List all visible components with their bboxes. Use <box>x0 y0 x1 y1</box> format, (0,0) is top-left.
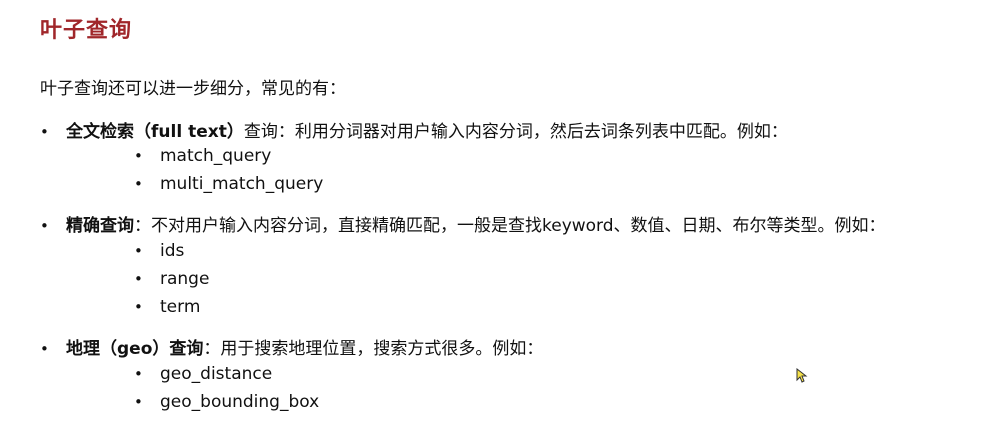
section-geo: • 地理（geo）查询：用于搜索地理位置，搜索方式很多。例如： <box>40 334 543 359</box>
section-term: 精确查询 <box>66 216 134 236</box>
section-full-text: • 全文检索（full text）查询：利用分词器对用户输入内容分词，然后去词条列… <box>40 117 788 142</box>
list-item-label: ids <box>160 241 185 261</box>
list-item-label: term <box>160 297 201 317</box>
bullet-marker: • <box>134 147 143 165</box>
list-item: • term <box>134 297 200 317</box>
section-term: 全文检索（full text） <box>66 122 244 142</box>
bullet-marker: • <box>40 340 49 358</box>
bullet-marker: • <box>40 217 49 235</box>
bullet-marker: • <box>134 242 143 260</box>
section-description: ：用于搜索地理位置，搜索方式很多。例如： <box>203 339 544 359</box>
bullet-marker: • <box>134 298 143 316</box>
section-term: 地理（geo）查询 <box>66 339 204 359</box>
section-description: 查询：利用分词器对用户输入内容分词，然后去词条列表中匹配。例如： <box>243 122 788 142</box>
page-title: 叶子查询 <box>40 18 133 43</box>
bullet-marker: • <box>134 365 143 383</box>
bullet-marker: • <box>134 393 143 411</box>
bullet-marker: • <box>134 270 143 288</box>
list-item-label: multi_match_query <box>160 174 324 194</box>
list-item: • geo_distance <box>134 364 272 384</box>
slide: { "title": "叶子查询", "intro": "叶子查询还可以进一步细… <box>0 0 993 440</box>
list-item: • geo_bounding_box <box>134 392 319 412</box>
mouse-cursor-icon <box>796 368 808 383</box>
list-item-label: geo_bounding_box <box>160 392 320 412</box>
section-exact: • 精确查询：不对用户输入内容分词，直接精确匹配，一般是查找keyword、数值、… <box>40 211 886 236</box>
list-item: • match_query <box>134 146 271 166</box>
bullet-marker: • <box>134 175 143 193</box>
bullet-marker: • <box>40 123 49 141</box>
list-item: • range <box>134 269 209 289</box>
list-item-label: match_query <box>160 146 272 166</box>
list-item: • multi_match_query <box>134 174 323 194</box>
list-item-label: geo_distance <box>160 364 273 384</box>
intro-text: 叶子查询还可以进一步细分，常见的有： <box>40 79 346 99</box>
list-item-label: range <box>160 269 210 289</box>
section-description: ：不对用户输入内容分词，直接精确匹配，一般是查找keyword、数值、日期、布尔… <box>134 216 886 236</box>
list-item: • ids <box>134 241 184 261</box>
